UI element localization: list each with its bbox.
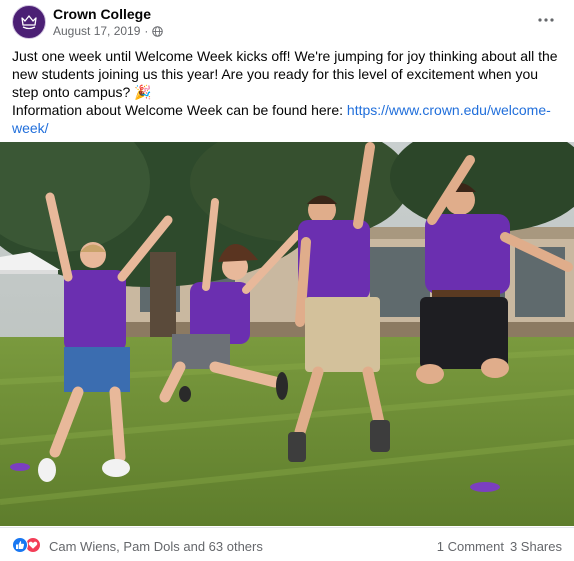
globe-icon (152, 25, 164, 37)
facebook-post: Crown College August 17, 2019 · Just one… (0, 0, 574, 561)
post-header: Crown College August 17, 2019 · (0, 0, 574, 42)
page-name[interactable]: Crown College (53, 6, 151, 22)
post-stats: 1 Comment 3 Shares (437, 539, 562, 554)
jumping-students-image (0, 142, 574, 526)
comments-count[interactable]: 1 Comment (437, 539, 504, 554)
post-body: Just one week until Welcome Week kicks o… (12, 48, 558, 100)
reactors-text[interactable]: Cam Wiens, Pam Dols and 63 others (49, 539, 263, 554)
info-prefix: Information about Welcome Week can be fo… (12, 102, 347, 118)
post-meta: August 17, 2019 · (53, 24, 164, 38)
crown-logo-icon (21, 15, 37, 30)
meta-separator: · (144, 24, 149, 38)
post-date[interactable]: August 17, 2019 (53, 24, 140, 38)
like-icon (12, 537, 28, 553)
post-footer: Cam Wiens, Pam Dols and 63 others 1 Comm… (0, 527, 574, 561)
more-options-button[interactable] (536, 10, 556, 30)
post-text: Just one week until Welcome Week kicks o… (12, 47, 564, 137)
reaction-icons[interactable] (12, 537, 41, 553)
shares-count[interactable]: 3 Shares (510, 539, 562, 554)
post-info-line: Information about Welcome Week can be fo… (12, 101, 564, 137)
more-dots-icon (538, 18, 554, 22)
post-photo[interactable] (0, 142, 574, 526)
page-avatar[interactable] (12, 5, 46, 39)
